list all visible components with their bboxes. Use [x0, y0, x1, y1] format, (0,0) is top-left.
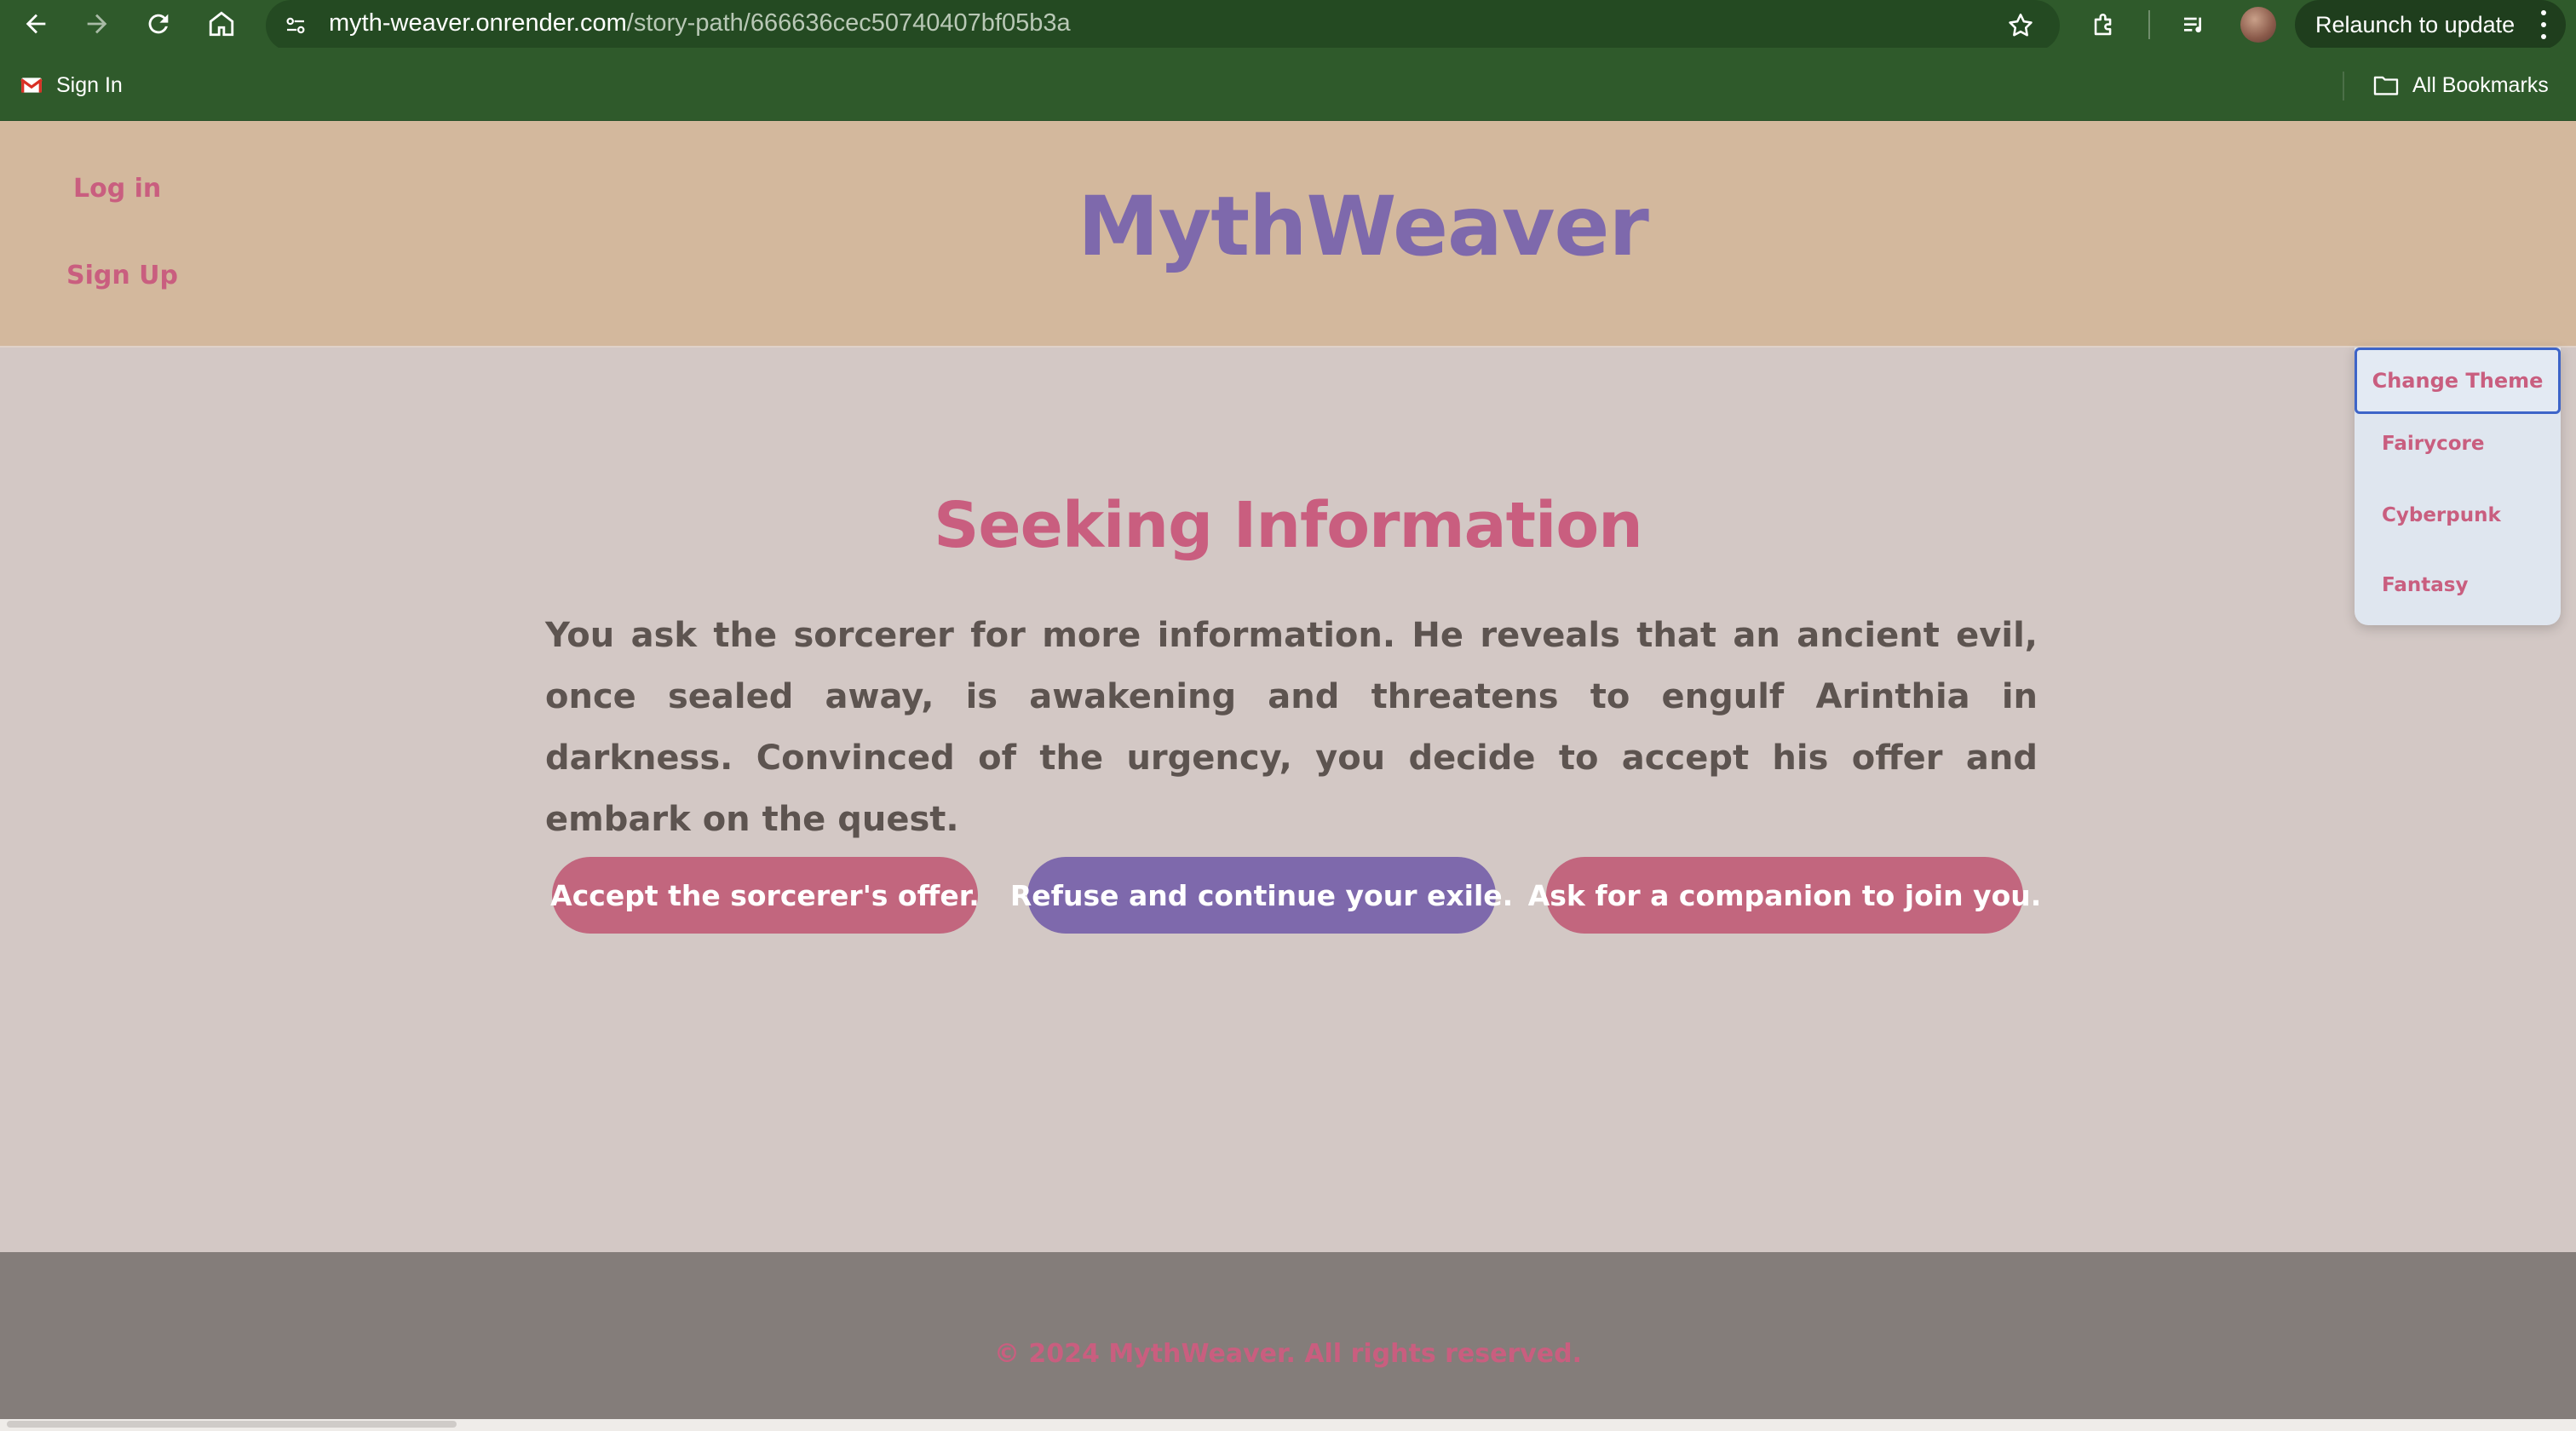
theme-option-fairycore[interactable]: Fairycore	[2382, 433, 2484, 455]
relaunch-label: Relaunch to update	[2315, 11, 2516, 37]
url-host: myth-weaver.onrender.com	[329, 9, 627, 37]
media-controls-icon[interactable]	[2176, 7, 2213, 44]
choice-companion-button[interactable]: Ask for a companion to join you.	[1528, 857, 2041, 934]
home-button[interactable]	[198, 0, 245, 48]
choice-accept-button[interactable]: Accept the sorcerer's offer.	[550, 857, 980, 934]
bookmark-star-icon[interactable]	[2004, 9, 2038, 43]
back-button[interactable]	[12, 0, 60, 48]
forward-arrow-icon	[87, 14, 107, 34]
reload-button[interactable]	[135, 0, 182, 48]
choice-refuse-button[interactable]: Refuse and continue your exile.	[1010, 857, 1513, 934]
theme-dropdown: Change Theme Fairycore Cyberpunk Fantasy	[2355, 348, 2561, 625]
site-logo[interactable]: MythWeaver	[0, 179, 2576, 274]
toolbar-separator	[2148, 10, 2150, 39]
change-theme-button[interactable]: Change Theme	[2355, 348, 2561, 414]
back-arrow-icon	[26, 14, 46, 34]
profile-avatar[interactable]	[2240, 7, 2276, 43]
gmail-icon	[20, 78, 43, 93]
url-text[interactable]: myth-weaver.onrender.com/story-path/6666…	[329, 9, 1071, 37]
bookmark-sign-in-label: Sign In	[56, 72, 123, 97]
story-title: Seeking Information	[934, 489, 1643, 562]
theme-option-cyberpunk[interactable]: Cyberpunk	[2382, 504, 2501, 526]
all-bookmarks-button[interactable]: All Bookmarks	[2372, 70, 2549, 101]
folder-icon	[2373, 76, 2399, 95]
bookmarks-separator	[2343, 72, 2344, 101]
extensions-icon[interactable]	[2085, 7, 2123, 44]
site-settings-icon[interactable]	[281, 11, 310, 40]
url-path: /story-path/666636cec50740407bf05b3a	[626, 9, 1071, 37]
home-icon	[209, 11, 234, 37]
relaunch-button[interactable]: Relaunch to update	[2295, 0, 2566, 49]
bookmark-sign-in[interactable]: Sign In	[20, 70, 123, 101]
story-text: You ask the sorcerer for more informatio…	[545, 616, 2038, 839]
bookmarks-bar: Sign In All Bookmarks	[0, 48, 2576, 121]
footer-copyright: © 2024 MythWeaver. All rights reserved.	[993, 1339, 1583, 1369]
site-footer	[0, 1252, 2576, 1419]
reload-icon	[148, 14, 169, 34]
all-bookmarks-label: All Bookmarks	[2412, 72, 2549, 97]
browser-toolbar: myth-weaver.onrender.com/story-path/6666…	[0, 0, 2576, 51]
forward-button[interactable]	[73, 0, 121, 48]
horizontal-scrollbar[interactable]	[0, 1419, 2576, 1431]
theme-option-fantasy[interactable]: Fantasy	[2382, 574, 2468, 596]
scrollbar-thumb[interactable]	[7, 1421, 457, 1428]
address-bar[interactable]: myth-weaver.onrender.com/story-path/6666…	[266, 0, 2060, 51]
more-menu-icon[interactable]	[2540, 10, 2547, 39]
